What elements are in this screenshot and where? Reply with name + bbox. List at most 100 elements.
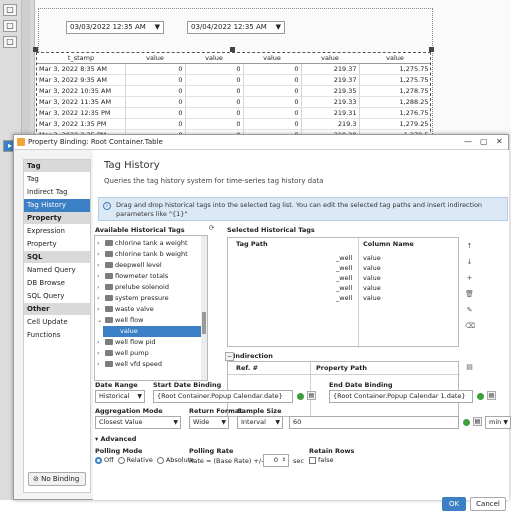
column-name-cell[interactable]: value	[363, 264, 381, 272]
sidebar-item-sql-query[interactable]: SQL Query	[24, 290, 90, 303]
date-range-select[interactable]: Historical ▼	[95, 390, 145, 403]
tool-button[interactable]: ▢	[3, 36, 17, 48]
chevron-right-icon[interactable]: ›	[97, 249, 105, 260]
table-header-cell[interactable]: value	[185, 53, 243, 64]
ok-button[interactable]: OK	[442, 497, 466, 511]
history-table[interactable]: t_stamp value value value value value Mar 3, …	[36, 52, 431, 142]
return-format-select[interactable]: Wide ▼	[189, 416, 229, 429]
chevron-right-icon[interactable]: ›	[97, 238, 105, 249]
chevron-right-icon[interactable]: ›	[97, 282, 105, 293]
chevron-right-icon[interactable]: ›	[97, 337, 105, 348]
tree-node[interactable]: › well vfd speed	[97, 359, 162, 370]
column-name-cell[interactable]: value	[363, 274, 381, 282]
tag-path-cell[interactable]: _well	[336, 284, 352, 292]
move-up-icon[interactable]: ↑	[465, 242, 474, 251]
end-date-picker[interactable]: 03/04/2022 12:35 AM ▼	[187, 21, 285, 34]
tree-node[interactable]: › deepwell level	[97, 260, 162, 271]
radio-icon[interactable]	[95, 456, 102, 464]
start-binding-edit-icon[interactable]: ▤	[307, 391, 316, 400]
indirection-edit-icon[interactable]: ▤	[465, 363, 474, 372]
tree-node[interactable]: › chlorine tank a weight	[97, 238, 188, 249]
move-down-icon[interactable]: ↓	[465, 258, 474, 267]
checkbox-box[interactable]	[309, 456, 316, 464]
tag-path-cell[interactable]: _well	[336, 264, 352, 272]
delete-icon[interactable]: 🗑	[465, 290, 474, 299]
tree-node[interactable]: › prelube solenoid	[97, 282, 169, 293]
table-row[interactable]: Mar 3, 2022 1:35 PM 0 0 0 219.3 1,279.25	[37, 118, 430, 130]
scroll-thumb[interactable]	[202, 312, 206, 334]
tag-path-cell[interactable]: _well	[336, 294, 352, 302]
table-header-cell[interactable]: t_stamp	[37, 53, 125, 64]
cancel-button[interactable]: Cancel	[470, 497, 506, 511]
tool-button[interactable]: ▢	[3, 20, 17, 32]
chevron-right-icon[interactable]: ›	[97, 304, 105, 315]
table-header-cell[interactable]: value	[125, 53, 185, 64]
sidebar-item-property[interactable]: Property	[24, 238, 90, 251]
table-header-cell[interactable]: value	[243, 53, 301, 64]
tag-path-cell[interactable]: _well	[336, 274, 352, 282]
polling-mode-radio-relative[interactable]: Relative	[117, 456, 153, 464]
clear-icon[interactable]: ⌫	[465, 322, 475, 331]
refresh-icon[interactable]: ⟳	[207, 224, 216, 233]
sidebar-item-cell-update[interactable]: Cell Update	[24, 316, 90, 329]
aggregation-select[interactable]: Closest Value ▼	[95, 416, 181, 429]
polling-rate-spinner[interactable]: 0 ⇕	[263, 454, 289, 467]
chevron-right-icon[interactable]: ›	[97, 260, 105, 271]
tag-path-cell[interactable]: _well	[336, 254, 352, 262]
radio-icon[interactable]	[117, 456, 125, 464]
column-name-cell[interactable]: value	[363, 294, 381, 302]
retain-rows-checkbox[interactable]: false	[309, 456, 333, 464]
polling-mode-radio-off[interactable]: Off	[95, 456, 114, 464]
tree-node[interactable]: › well pump	[97, 348, 149, 359]
tree-node[interactable]: › system pressure	[97, 293, 169, 304]
tree-node[interactable]: › well flow pid	[97, 337, 156, 348]
sample-size-select[interactable]: Interval ▼	[237, 416, 283, 429]
add-icon[interactable]: +	[465, 274, 474, 283]
column-name-cell[interactable]: value	[363, 254, 381, 262]
chevron-right-icon[interactable]: ›	[97, 293, 105, 304]
table-row[interactable]: Mar 3, 2022 12:35 PM 0 0 0 219.31 1,276.75	[37, 107, 430, 119]
no-binding-button[interactable]: ⊘ No Binding	[28, 472, 86, 486]
chevron-right-icon[interactable]: ›	[97, 348, 105, 359]
interval-edit-icon[interactable]: ▤	[473, 417, 482, 426]
sidebar-item-tag-history[interactable]: Tag History	[24, 199, 90, 212]
table-row[interactable]: Mar 3, 2022 8:35 AM 0 0 0 219.37 1,275.75	[37, 63, 430, 75]
sidebar-item-tag[interactable]: Tag	[24, 173, 90, 186]
radio-icon[interactable]	[156, 456, 164, 464]
minimize-icon[interactable]: —	[464, 137, 472, 146]
chevron-right-icon[interactable]: ›	[97, 359, 105, 370]
tree-node[interactable]: › chlorine tank b weight	[97, 249, 188, 260]
sidebar-item-expression[interactable]: Expression	[24, 225, 90, 238]
table-header-cell[interactable]: value	[359, 53, 430, 64]
end-binding-input[interactable]: {Root Container.Popup Calendar 1.date}	[329, 390, 473, 403]
sidebar-item-indirect-tag[interactable]: Indirect Tag	[24, 186, 90, 199]
chevron-down-icon[interactable]: ⌄	[97, 315, 105, 326]
sidebar-item-named-query[interactable]: Named Query	[24, 264, 90, 277]
tree-node[interactable]: value	[103, 326, 207, 337]
indirection-toggle[interactable]: −	[225, 352, 234, 361]
tag-edit-icon[interactable]: ✎	[465, 306, 474, 315]
interval-input[interactable]: 60	[289, 416, 459, 429]
tree-node[interactable]: ⌄ well flow	[97, 315, 143, 326]
table-row[interactable]: Mar 3, 2022 11:35 AM 0 0 0 219.33 1,288.25	[37, 96, 430, 108]
interval-unit-select[interactable]: min ▼	[485, 416, 511, 429]
table-header-cell[interactable]: value	[301, 53, 359, 64]
maximize-icon[interactable]: ▢	[480, 137, 488, 146]
advanced-toggle[interactable]: ▾ Advanced	[95, 435, 136, 443]
start-date-picker[interactable]: 03/03/2022 12:35 AM ▼	[66, 21, 164, 34]
sidebar-item-db-browse[interactable]: DB Browse	[24, 277, 90, 290]
tree-scrollbar[interactable]	[201, 236, 207, 380]
tree-node[interactable]: › flowmeter totals	[97, 271, 168, 282]
selected-tags-table[interactable]: Tag Path Column Name _well value _well valu…	[227, 237, 459, 348]
column-name-cell[interactable]: value	[363, 284, 381, 292]
tool-button[interactable]: ▢	[3, 4, 17, 16]
sidebar-item-functions[interactable]: Functions	[24, 329, 90, 342]
end-binding-edit-icon[interactable]: ▤	[487, 391, 496, 400]
start-binding-input[interactable]: {Root Container.Popup Calendar.date}	[153, 390, 293, 403]
tree-node[interactable]: › waste valve	[97, 304, 154, 315]
chevron-right-icon[interactable]: ›	[97, 271, 105, 282]
table-row[interactable]: Mar 3, 2022 10:35 AM 0 0 0 219.35 1,278.75	[37, 85, 430, 97]
close-icon[interactable]: ✕	[496, 137, 503, 146]
table-row[interactable]: Mar 3, 2022 9:35 AM 0 0 0 219.37 1,275.75	[37, 74, 430, 86]
available-tags-tree[interactable]: › chlorine tank a weight › chlorine tank b …	[94, 235, 208, 381]
